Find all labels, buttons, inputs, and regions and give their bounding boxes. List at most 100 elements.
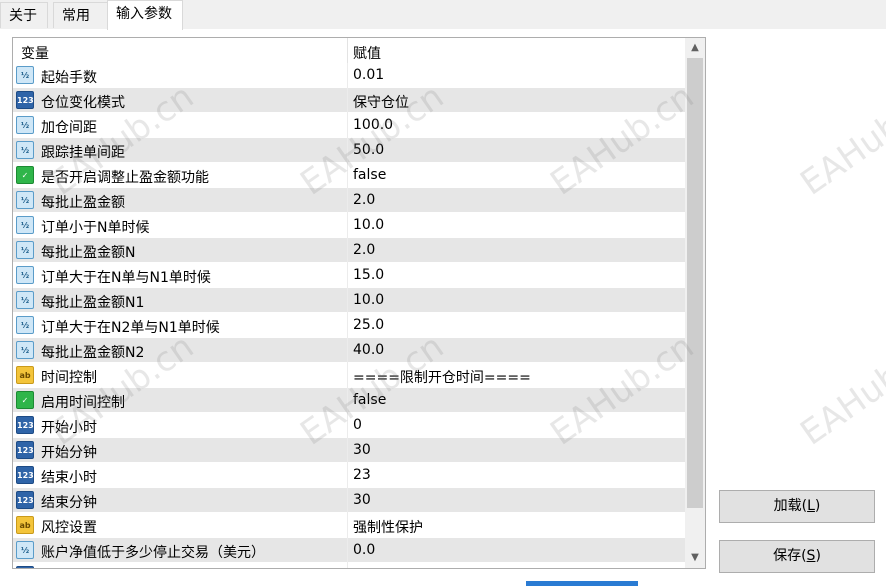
load-button[interactable]: 加载(L) bbox=[719, 490, 875, 523]
parameter-name: 账户净值低于多少停止交易（美元） bbox=[41, 545, 265, 561]
parameter-value[interactable]: 0.0 bbox=[353, 542, 375, 558]
parameter-row[interactable]: 123 仓位变化模式 保守仓位 bbox=[13, 88, 685, 113]
double-type-icon: ½ bbox=[16, 116, 34, 134]
parameter-row[interactable]: ½ 起始手数 0.01 bbox=[13, 63, 685, 88]
parameter-row[interactable]: 123 结束分钟 30 bbox=[13, 488, 685, 513]
cell-divider bbox=[347, 438, 348, 463]
cell-divider bbox=[347, 113, 348, 138]
parameter-value[interactable]: 15.0 bbox=[353, 267, 384, 283]
parameter-row[interactable]: ab 时间控制 ====限制开仓时间==== bbox=[13, 363, 685, 388]
column-divider[interactable] bbox=[347, 38, 348, 63]
parameter-value[interactable]: 23 bbox=[353, 467, 371, 483]
parameter-value[interactable]: 40.0 bbox=[353, 342, 384, 358]
parameter-value[interactable]: ====限制开仓时间==== bbox=[353, 367, 531, 387]
parameter-name: 时间控制 bbox=[41, 370, 97, 386]
cell-divider bbox=[347, 263, 348, 288]
cell-divider bbox=[347, 463, 348, 488]
parameter-value[interactable]: 25.0 bbox=[353, 317, 384, 333]
integer-type-icon: 123 bbox=[16, 491, 34, 509]
parameter-value[interactable]: 100.0 bbox=[353, 117, 393, 133]
double-type-icon: ½ bbox=[16, 291, 34, 309]
parameter-row[interactable]: 123 结束小时 23 bbox=[13, 463, 685, 488]
parameter-row[interactable]: ½ 每批止盈金额N 2.0 bbox=[13, 238, 685, 263]
parameter-value[interactable]: 30 bbox=[353, 492, 371, 508]
parameter-row[interactable]: ½ 订单大于在N单与N1单时候 15.0 bbox=[13, 263, 685, 288]
save-button[interactable]: 保存(S) bbox=[719, 540, 875, 573]
vertical-scrollbar[interactable]: ▲ ▼ bbox=[685, 38, 705, 568]
parameter-name: 加仓间距 bbox=[41, 120, 97, 136]
parameter-value[interactable]: 666 bbox=[353, 567, 380, 568]
parameter-row[interactable]: ½ 订单小于N单时候 10.0 bbox=[13, 213, 685, 238]
parameter-row[interactable]: 123 Magic 666 bbox=[13, 563, 685, 568]
parameter-row[interactable]: ✓ 启用时间控制 false bbox=[13, 388, 685, 413]
cell-divider bbox=[347, 163, 348, 188]
parameter-name: 风控设置 bbox=[41, 520, 97, 536]
boolean-type-icon: ✓ bbox=[16, 166, 34, 184]
parameter-value[interactable]: false bbox=[353, 392, 386, 408]
parameter-row[interactable]: ½ 订单大于在N2单与N1单时候 25.0 bbox=[13, 313, 685, 338]
tab-inputs[interactable]: 输入参数 bbox=[107, 0, 183, 30]
double-type-icon: ½ bbox=[16, 316, 34, 334]
parameter-name: 启用时间控制 bbox=[41, 395, 125, 411]
cell-divider bbox=[347, 213, 348, 238]
string-type-icon: ab bbox=[16, 516, 34, 534]
scrollbar-thumb[interactable] bbox=[687, 58, 703, 508]
parameter-row[interactable]: ½ 每批止盈金额N2 40.0 bbox=[13, 338, 685, 363]
double-type-icon: ½ bbox=[16, 266, 34, 284]
cell-divider bbox=[347, 513, 348, 538]
parameter-value[interactable]: 10.0 bbox=[353, 217, 384, 233]
parameter-row[interactable]: ½ 加仓间距 100.0 bbox=[13, 113, 685, 138]
parameter-row[interactable]: ½ 每批止盈金额 2.0 bbox=[13, 188, 685, 213]
parameter-value[interactable]: 0.01 bbox=[353, 67, 384, 83]
parameter-name: 订单大于在N2单与N1单时候 bbox=[41, 320, 220, 336]
parameter-row[interactable]: ½ 每批止盈金额N1 10.0 bbox=[13, 288, 685, 313]
tab-about[interactable]: 关于 bbox=[0, 2, 48, 28]
double-type-icon: ½ bbox=[16, 216, 34, 234]
column-header-value[interactable]: 赋值 bbox=[353, 43, 381, 63]
parameter-name: 仓位变化模式 bbox=[41, 95, 125, 111]
parameter-name: 跟踪挂单间距 bbox=[41, 145, 125, 161]
parameter-row[interactable]: ab 风控设置 强制性保护 bbox=[13, 513, 685, 538]
parameter-value[interactable]: 保守仓位 bbox=[353, 92, 409, 112]
parameter-name: 每批止盈金额 bbox=[41, 195, 125, 211]
grid-header: 变量 赋值 bbox=[13, 38, 685, 63]
parameter-value[interactable]: 0 bbox=[353, 417, 362, 433]
parameter-value[interactable]: 2.0 bbox=[353, 242, 375, 258]
parameter-name: 每批止盈金额N bbox=[41, 245, 136, 261]
chevron-down-icon[interactable]: ▼ bbox=[685, 548, 705, 568]
parameter-row[interactable]: ✓ 是否开启调整止盈金额功能 false bbox=[13, 163, 685, 188]
parameter-value[interactable]: 10.0 bbox=[353, 292, 384, 308]
parameter-value[interactable]: 2.0 bbox=[353, 192, 375, 208]
cell-divider bbox=[347, 413, 348, 438]
parameter-row[interactable]: ½ 账户净值低于多少停止交易（美元） 0.0 bbox=[13, 538, 685, 563]
column-header-variable[interactable]: 变量 bbox=[21, 43, 49, 63]
parameter-row[interactable]: 123 开始分钟 30 bbox=[13, 438, 685, 463]
parameter-row[interactable]: ½ 跟踪挂单间距 50.0 bbox=[13, 138, 685, 163]
tab-bar: 关于 常用 输入参数 bbox=[0, 0, 886, 30]
tab-common[interactable]: 常用 bbox=[53, 2, 108, 28]
parameter-value[interactable]: 强制性保护 bbox=[353, 517, 423, 537]
parameter-row[interactable]: 123 开始小时 0 bbox=[13, 413, 685, 438]
integer-type-icon: 123 bbox=[16, 441, 34, 459]
cell-divider bbox=[347, 538, 348, 563]
cell-divider bbox=[347, 288, 348, 313]
integer-type-icon: 123 bbox=[16, 91, 34, 109]
double-type-icon: ½ bbox=[16, 191, 34, 209]
parameter-value[interactable]: false bbox=[353, 167, 386, 183]
cell-divider bbox=[347, 188, 348, 213]
cell-divider bbox=[347, 388, 348, 413]
parameter-grid: 变量 赋值 ½ 起始手数 0.01 123 仓位变化模式 保守仓位 ½ 加仓间距 100.0 ½ 跟… bbox=[12, 37, 706, 569]
parameter-name: 订单大于在N单与N1单时候 bbox=[41, 270, 211, 286]
double-type-icon: ½ bbox=[16, 541, 34, 559]
parameter-name: 起始手数 bbox=[41, 70, 97, 86]
chevron-up-icon[interactable]: ▲ bbox=[685, 38, 705, 58]
parameter-value[interactable]: 50.0 bbox=[353, 142, 384, 158]
double-type-icon: ½ bbox=[16, 66, 34, 84]
cell-divider bbox=[347, 138, 348, 163]
parameter-value[interactable]: 30 bbox=[353, 442, 371, 458]
boolean-type-icon: ✓ bbox=[16, 391, 34, 409]
integer-type-icon: 123 bbox=[16, 416, 34, 434]
double-type-icon: ½ bbox=[16, 241, 34, 259]
cell-divider bbox=[347, 238, 348, 263]
grid-rows: ½ 起始手数 0.01 123 仓位变化模式 保守仓位 ½ 加仓间距 100.0 ½ 跟踪挂单间距 5… bbox=[13, 63, 685, 568]
